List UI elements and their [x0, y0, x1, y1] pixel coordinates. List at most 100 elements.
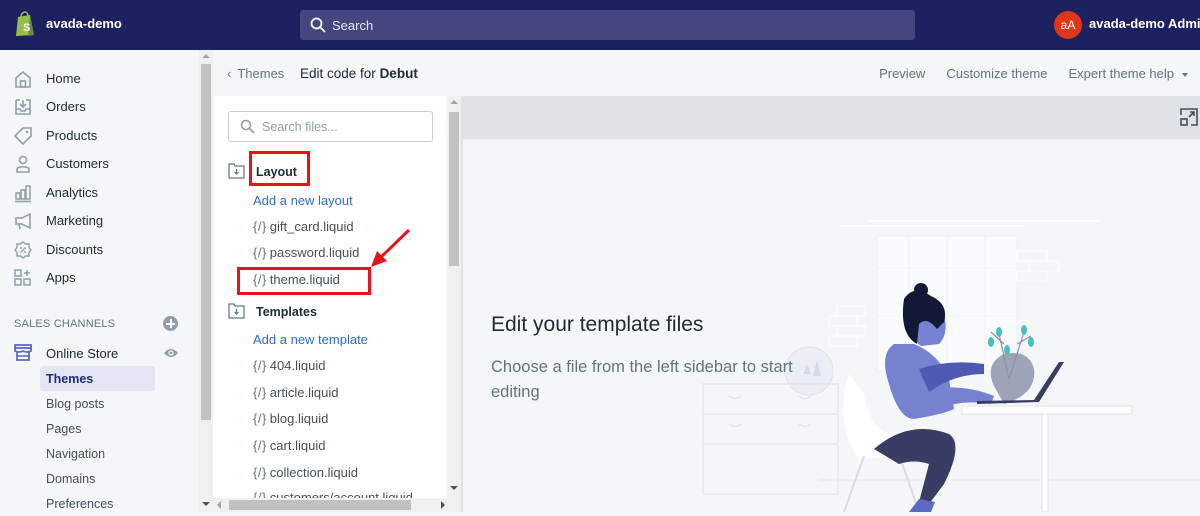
sidebar-item-marketing[interactable]: Marketing: [0, 206, 199, 234]
file-item-customers-account[interactable]: {/} customers/account.liquid: [253, 490, 413, 498]
shopify-logo-icon[interactable]: S: [14, 11, 36, 37]
file-item-404[interactable]: {/} 404.liquid: [253, 358, 325, 373]
store-name[interactable]: avada-demo: [46, 16, 122, 31]
sidebar-item-home[interactable]: Home: [0, 64, 199, 92]
sidebar: Home Orders Products Customers Analytics…: [0, 50, 199, 512]
title-prefix: Edit code for: [300, 66, 376, 81]
sidebar-subitem-blog-posts[interactable]: Blog posts: [40, 391, 155, 416]
file-name: cart.liquid: [269, 438, 326, 453]
scroll-down-arrow-icon[interactable]: [202, 502, 210, 506]
empty-state-title: Edit your template files: [491, 313, 704, 336]
folder-templates[interactable]: Templates: [227, 300, 437, 324]
preview-button[interactable]: Preview: [879, 66, 925, 81]
add-template-link[interactable]: Add a new template: [253, 332, 368, 347]
expert-help-label: Expert theme help: [1068, 66, 1174, 81]
orders-icon: [15, 99, 31, 115]
sidebar-item-label: Marketing: [46, 213, 104, 228]
liquid-file-icon: {/}: [253, 245, 267, 260]
sidebar-scroll-thumb[interactable]: [201, 64, 211, 420]
sidebar-subitem-themes[interactable]: Themes: [40, 366, 155, 391]
file-name: gift_card.liquid: [269, 219, 354, 234]
sidebar-item-products[interactable]: Products: [0, 121, 199, 149]
file-name: article.liquid: [269, 385, 339, 400]
sidebar-subitem-label: Domains: [46, 472, 96, 486]
sidebar-item-orders[interactable]: Orders: [0, 92, 199, 120]
liquid-file-icon: {/}: [253, 385, 267, 400]
avatar[interactable]: aA: [1054, 11, 1082, 39]
scroll-left-arrow-icon[interactable]: [217, 501, 221, 509]
sidebar-item-online-store[interactable]: Online Store: [0, 340, 199, 366]
search-placeholder: Search: [332, 18, 374, 33]
scroll-up-arrow-icon[interactable]: [450, 100, 458, 104]
file-item-gift-card[interactable]: {/} gift_card.liquid: [253, 219, 354, 234]
header-actions: Preview Customize theme Expert theme hel…: [879, 66, 1188, 81]
sidebar-subitem-navigation[interactable]: Navigation: [40, 441, 155, 466]
liquid-file-icon: {/}: [253, 411, 267, 426]
sidebar-subitem-label: Pages: [46, 422, 82, 436]
bar-chart-icon: [15, 185, 31, 203]
search-icon: [310, 17, 326, 33]
eye-icon[interactable]: [163, 347, 179, 359]
sidebar-subitem-domains[interactable]: Domains: [40, 466, 155, 491]
sidebar-scrollbar[interactable]: [199, 50, 213, 512]
file-browser-scroll-thumb[interactable]: [449, 112, 459, 266]
account-name[interactable]: avada-demo Admin: [1089, 16, 1200, 31]
caret-down-icon: [1182, 72, 1188, 77]
file-item-password[interactable]: {/} password.liquid: [253, 245, 359, 260]
scroll-right-arrow-icon[interactable]: [441, 501, 445, 509]
liquid-file-icon: {/}: [253, 465, 267, 480]
sidebar-item-label: Customers: [46, 156, 109, 171]
expert-theme-help-dropdown[interactable]: Expert theme help: [1068, 66, 1188, 81]
file-name: 404.liquid: [269, 358, 326, 373]
liquid-file-icon: {/}: [253, 358, 267, 373]
megaphone-icon: [15, 212, 31, 230]
empty-state-description: Choose a file from the left sidebar to s…: [491, 358, 793, 401]
back-to-themes-link[interactable]: ‹ Themes: [227, 66, 284, 81]
file-item-article[interactable]: {/} article.liquid: [253, 385, 338, 400]
sidebar-item-label: Discounts: [46, 242, 104, 257]
customize-theme-button[interactable]: Customize theme: [946, 66, 1047, 81]
sidebar-item-discounts[interactable]: Discounts: [0, 235, 199, 263]
sidebar-item-customers[interactable]: Customers: [0, 149, 199, 177]
discount-icon: [14, 241, 32, 259]
file-item-blog[interactable]: {/} blog.liquid: [253, 411, 328, 426]
add-sales-channel-icon[interactable]: [163, 316, 178, 331]
folder-download-icon: [228, 163, 245, 179]
sidebar-item-label: Apps: [46, 270, 76, 285]
sidebar-subitem-label: Preferences: [46, 497, 114, 511]
person-icon: [16, 155, 30, 173]
folder-download-icon: [228, 303, 245, 319]
sidebar-item-label: Products: [46, 128, 98, 143]
sidebar-item-label: Analytics: [46, 185, 99, 200]
home-icon: [15, 70, 31, 88]
horizontal-scroll-thumb[interactable]: [229, 500, 411, 510]
scroll-down-arrow-icon[interactable]: [450, 486, 458, 490]
file-search-input[interactable]: [262, 118, 427, 136]
file-search-box[interactable]: [228, 111, 433, 142]
file-browser-horizontal-scrollbar[interactable]: [213, 498, 461, 512]
file-item-cart[interactable]: {/} cart.liquid: [253, 438, 325, 453]
liquid-file-icon: {/}: [253, 490, 267, 498]
sidebar-subitem-label: Navigation: [46, 447, 106, 461]
sidebar-subitem-preferences[interactable]: Preferences: [40, 491, 155, 516]
global-search[interactable]: Search: [300, 10, 915, 40]
expand-fullscreen-icon[interactable]: [1180, 108, 1198, 126]
file-item-collection[interactable]: {/} collection.liquid: [253, 465, 358, 480]
sales-channels-heading: SALES CHANNELS: [14, 318, 116, 330]
sidebar-item-analytics[interactable]: Analytics: [0, 178, 199, 206]
file-name: blog.liquid: [269, 411, 329, 426]
sidebar-subitem-pages[interactable]: Pages: [40, 416, 155, 441]
scroll-up-arrow-icon[interactable]: [202, 54, 210, 58]
top-bar: S avada-demo Search aA avada-demo Admin: [0, 0, 1200, 50]
tag-icon: [13, 127, 32, 146]
editor-divider: [461, 96, 463, 512]
sidebar-item-label: Online Store: [46, 346, 119, 361]
theme-name: Debut: [379, 66, 418, 81]
add-layout-link[interactable]: Add a new layout: [253, 193, 353, 208]
file-browser-vertical-scrollbar[interactable]: [447, 96, 461, 498]
apps-icon: [14, 269, 31, 286]
sidebar-subitem-label: Blog posts: [46, 397, 105, 411]
back-label: Themes: [237, 66, 285, 81]
sidebar-item-apps[interactable]: Apps: [0, 263, 199, 291]
liquid-file-icon: {/}: [253, 219, 267, 234]
